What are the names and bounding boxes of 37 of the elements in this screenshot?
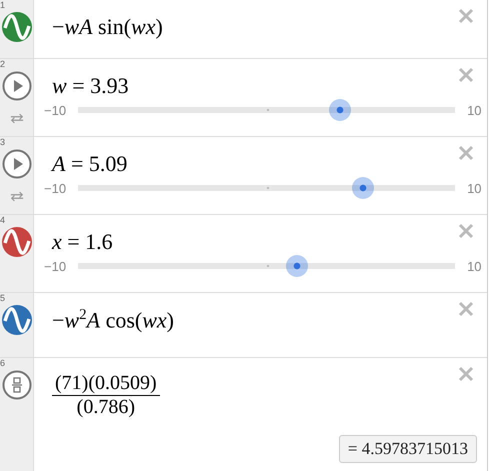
- close-icon[interactable]: [458, 67, 474, 83]
- close-icon[interactable]: [458, 301, 474, 317]
- evaluation-result: = 4.59783715013: [338, 435, 477, 463]
- row-number: 2: [0, 59, 6, 69]
- slider-min: −10: [44, 258, 66, 274]
- row-number: 6: [0, 358, 6, 368]
- close-icon[interactable]: [458, 223, 474, 239]
- slider-min: −10: [44, 102, 66, 118]
- slider-max: 10: [467, 180, 482, 196]
- row-number: 3: [0, 137, 6, 147]
- play-icon[interactable]: [2, 149, 32, 179]
- repeat-icon[interactable]: [10, 113, 24, 124]
- fraction-numerator: (71)(0.0509): [52, 372, 160, 396]
- slider-max: 10: [467, 102, 482, 118]
- wave-icon[interactable]: [2, 305, 32, 335]
- close-icon[interactable]: [458, 145, 474, 161]
- wave-icon[interactable]: [2, 227, 32, 257]
- expression[interactable]: A = 5.09: [52, 151, 128, 177]
- slider-thumb[interactable]: [352, 177, 374, 199]
- expression[interactable]: −wA sin(wx): [52, 14, 163, 40]
- fraction-denominator: (0.786): [76, 396, 135, 419]
- play-icon[interactable]: [2, 71, 32, 101]
- row-number: 1: [0, 0, 6, 10]
- slider-thumb[interactable]: [329, 99, 352, 121]
- close-icon[interactable]: [458, 8, 474, 24]
- row-number: 4: [0, 215, 6, 225]
- row-number: 5: [0, 293, 6, 303]
- wave-icon[interactable]: [2, 12, 32, 42]
- expression[interactable]: x = 1.6: [52, 229, 113, 255]
- slider-min: −10: [44, 180, 66, 196]
- slider-thumb[interactable]: [286, 255, 308, 277]
- slider-max: 10: [467, 258, 482, 274]
- repeat-icon[interactable]: [10, 191, 24, 202]
- fraction-icon[interactable]: [2, 370, 32, 400]
- expression[interactable]: w = 3.93: [52, 73, 129, 99]
- expression[interactable]: −w$^{2}$A cos(wx): [52, 307, 174, 334]
- close-icon[interactable]: [458, 366, 474, 382]
